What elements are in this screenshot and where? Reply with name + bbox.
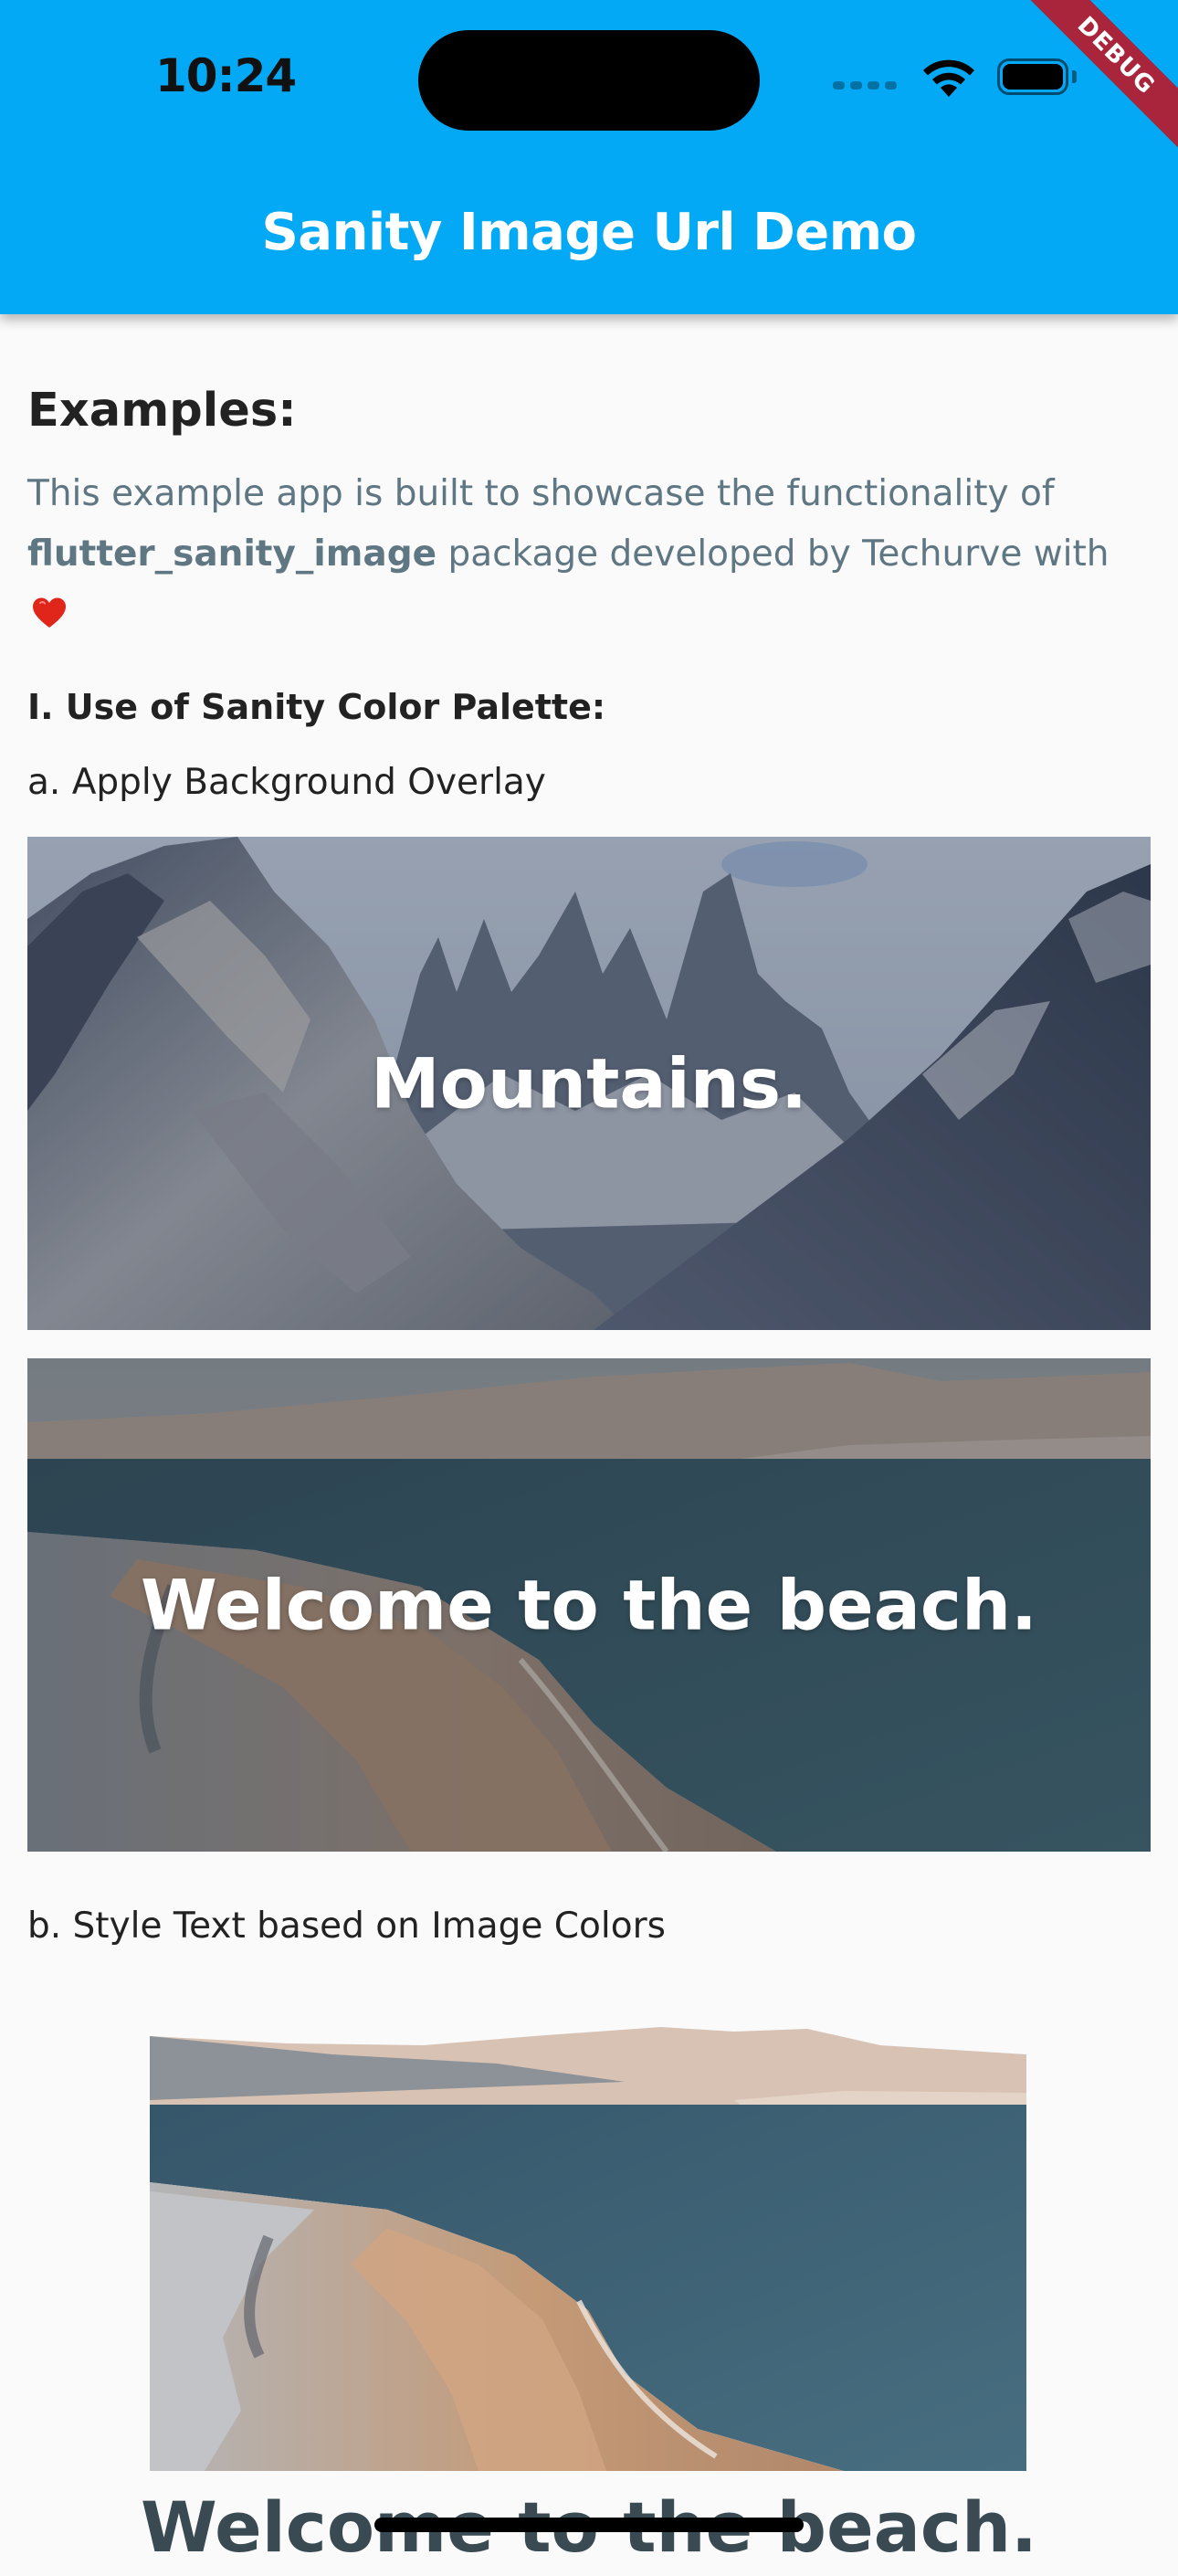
status-time: 10:24 (155, 49, 297, 102)
debug-ribbon-label: DEBUG (1016, 0, 1178, 155)
beach-overlay-text: Welcome to the beach. (141, 1564, 1037, 1646)
intro-text: This example app is built to showcase th… (27, 464, 1160, 645)
home-indicator[interactable] (374, 2518, 804, 2532)
beach-photo (150, 2027, 1026, 2471)
beach-card: Welcome to the beach. (27, 1358, 1151, 1852)
mountains-overlay-text: Mountains. (371, 1042, 807, 1124)
wifi-icon (923, 59, 974, 97)
cellular-signal-icon (833, 80, 897, 90)
app-bar-title: Sanity Image Url Demo (261, 203, 917, 262)
intro-suffix: package developed by Techurve with (436, 533, 1110, 575)
heart-icon (33, 597, 66, 628)
style-text-label: b. Style Text based on Image Colors (27, 1906, 666, 1947)
mountains-card: Mountains. (27, 837, 1151, 1330)
intro-prefix: This example app is built to showcase th… (27, 473, 1055, 514)
debug-banner: DEBUG (1014, 0, 1178, 164)
app-bar: 10:24 Sanity Image Url Demo (0, 0, 1178, 314)
package-name: flutter_sanity_image (27, 533, 437, 575)
styled-beach-image (150, 2027, 1026, 2471)
background-overlay-label: a. Apply Background Overlay (27, 762, 546, 803)
examples-title: Examples: (27, 384, 297, 438)
dynamic-island (418, 30, 760, 131)
color-palette-heading: I. Use of Sanity Color Palette: (27, 687, 606, 727)
